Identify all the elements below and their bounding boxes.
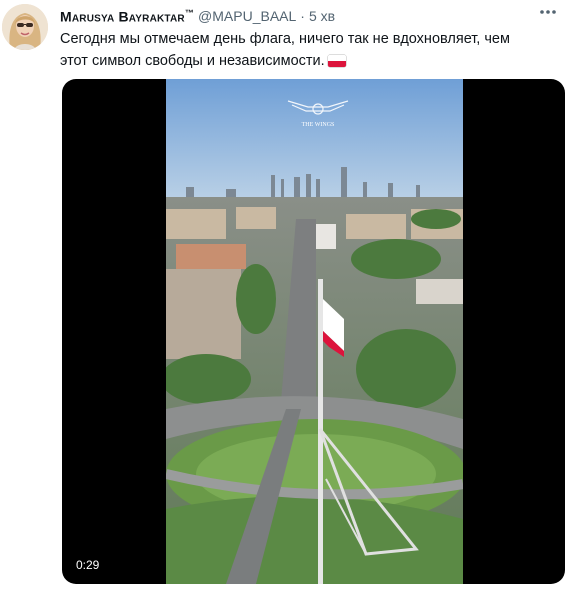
- tweet-body: Сегодня мы отмечаем день флага, ничего т…: [60, 31, 510, 69]
- tweet-text: Сегодня мы отмечаем день флага, ничего т…: [60, 28, 530, 72]
- separator-dot: ·: [300, 8, 305, 24]
- tweet-timestamp[interactable]: 5 хв: [309, 8, 335, 24]
- video-frame[interactable]: THE WINGS: [166, 79, 463, 584]
- author-handle[interactable]: @MAPU_BAAL: [198, 8, 296, 24]
- poland-flag-icon: [327, 55, 346, 68]
- video-duration: 0:29: [70, 556, 106, 574]
- avatar-image: [2, 4, 48, 50]
- tweet-header: Marusya Bayraktar™ @MAPU_BAAL · 5 хв: [60, 6, 548, 26]
- video-watermark: THE WINGS: [302, 122, 335, 128]
- video-still: THE WINGS: [166, 79, 463, 584]
- more-options-button[interactable]: [536, 4, 560, 20]
- more-horizontal-icon: [540, 10, 556, 14]
- avatar[interactable]: [2, 4, 48, 50]
- tweet-card[interactable]: Marusya Bayraktar™ @MAPU_BAAL · 5 хв Сег…: [0, 0, 568, 593]
- author-name[interactable]: Marusya Bayraktar™: [60, 8, 194, 25]
- video-player[interactable]: THE WINGS 0:29: [62, 79, 565, 584]
